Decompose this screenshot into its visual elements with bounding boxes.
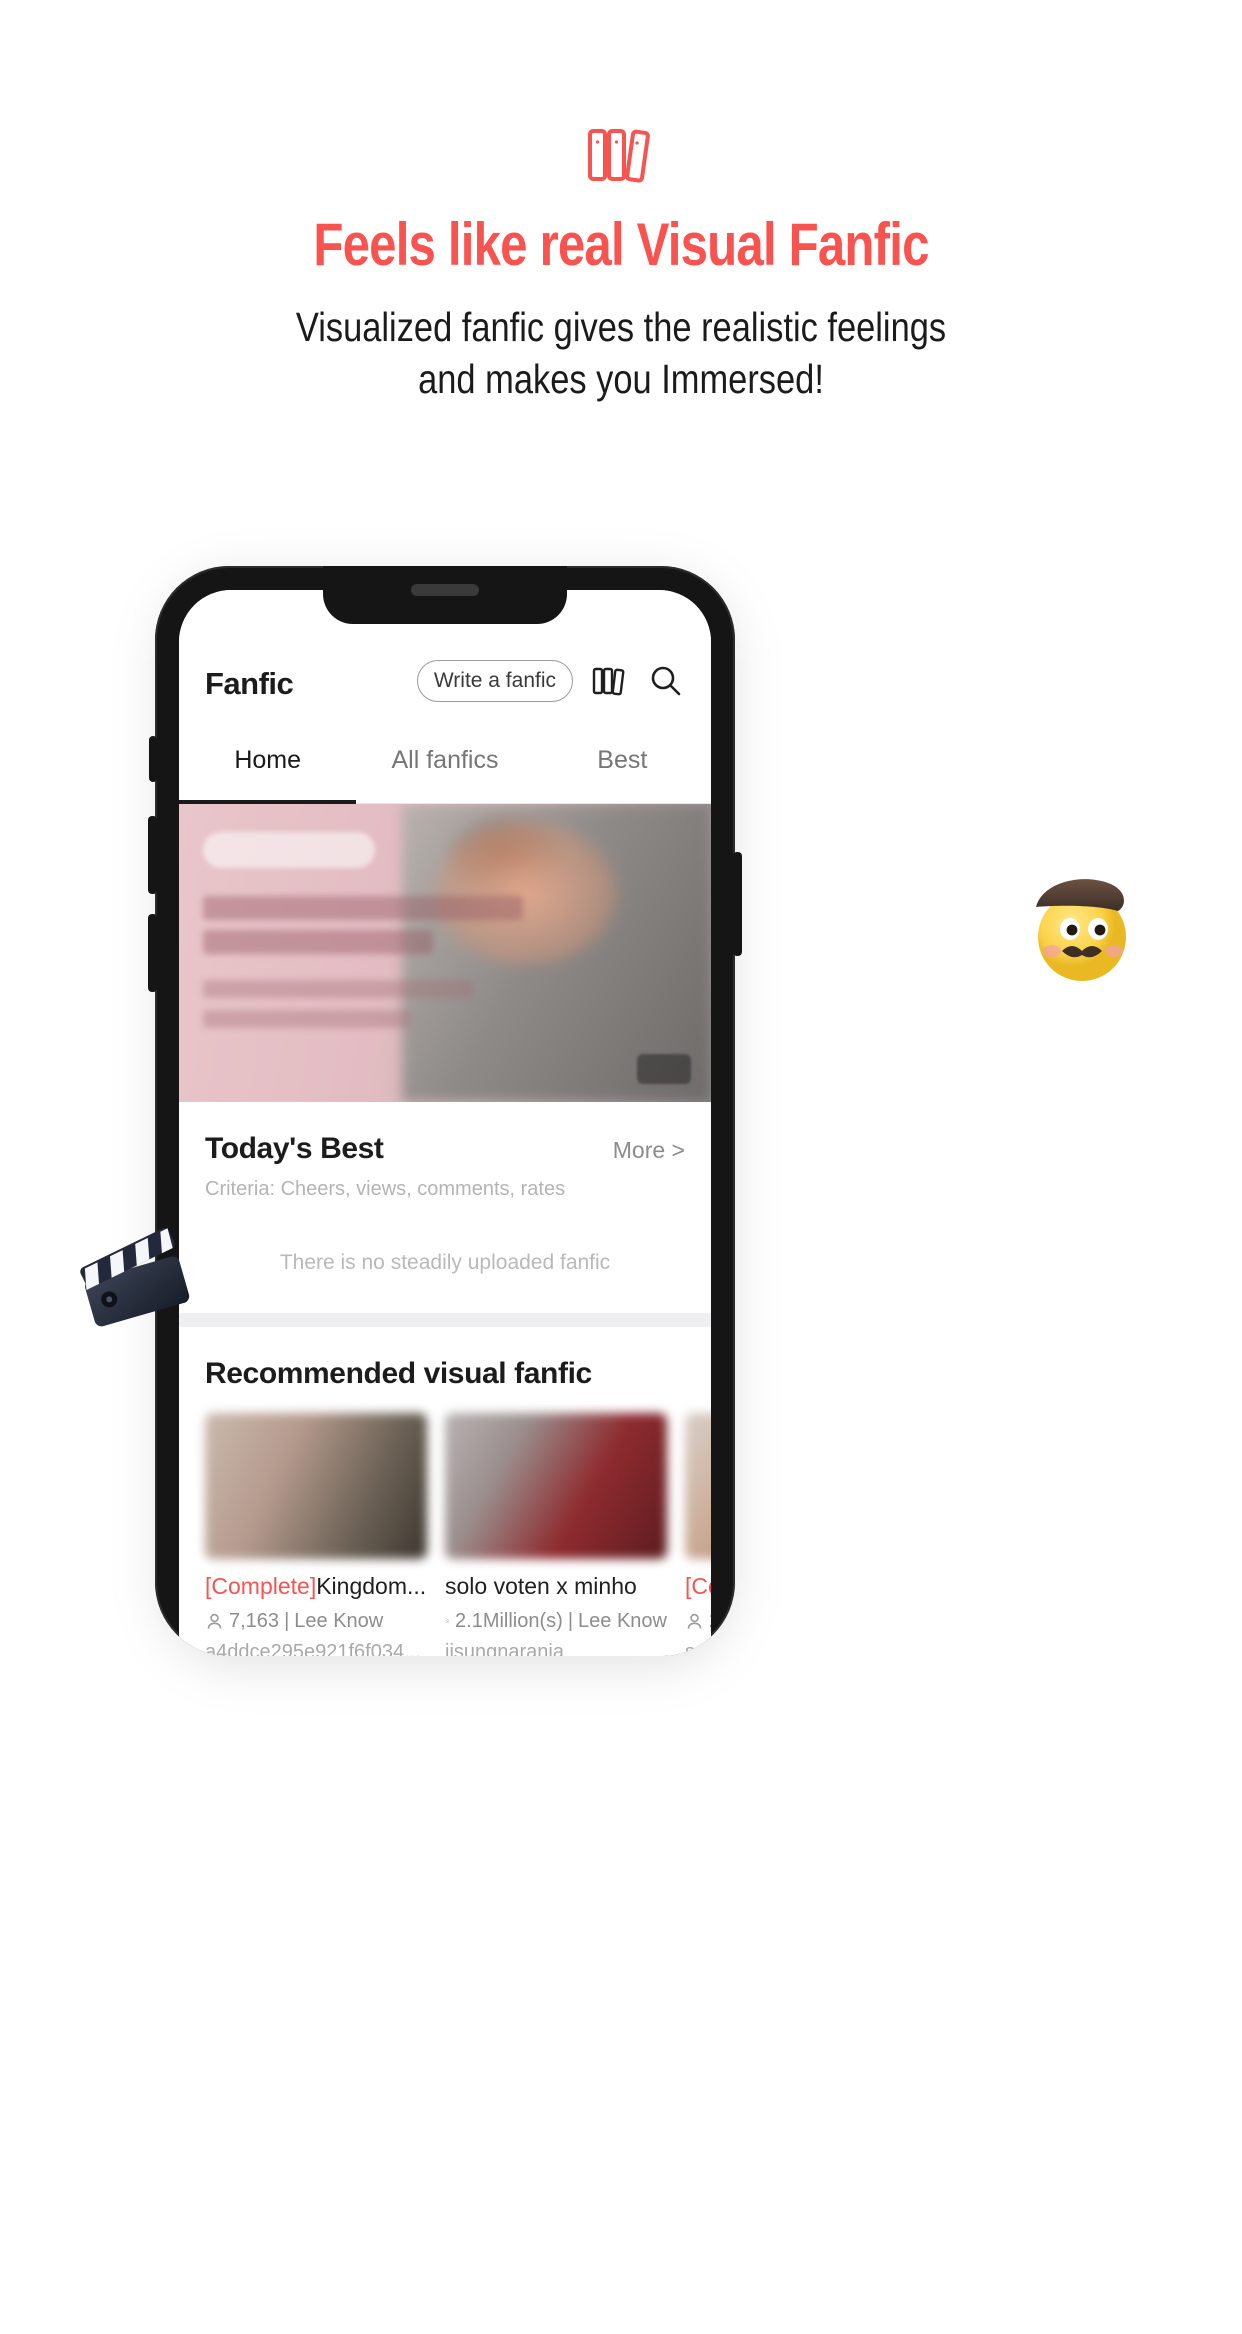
phone-body: Fanfic Write a fanfic Home All fanfics B… (155, 566, 735, 1656)
fanfic-thumbnail (685, 1413, 711, 1559)
fanfic-character: Lee Know (578, 1610, 667, 1632)
phone-power-button (733, 852, 742, 956)
fanfic-author: seungool (685, 1641, 711, 1656)
tab-best[interactable]: Best (534, 718, 711, 803)
promo-subtitle: Visualized fanfic gives the realistic fe… (99, 301, 1142, 406)
fanfic-view-count: 2.1Million(s) (455, 1610, 563, 1632)
fanfic-card[interactable]: [Complete]Kingdom... 7,163 | Lee Know a4… (205, 1413, 427, 1656)
fanfic-view-count: 2,227 (709, 1610, 711, 1633)
fanfic-card-meta: 2,227 | (685, 1610, 711, 1633)
fanfic-status-tag: [Complete] (205, 1573, 317, 1599)
fanfic-card-title: [Complete]Kingdom... (205, 1573, 427, 1600)
promo-subtitle-line-2: and makes you Immersed! (418, 356, 824, 403)
tab-all-fanfics[interactable]: All fanfics (356, 718, 533, 803)
library-books-icon[interactable] (589, 661, 629, 701)
fanfic-title-text: Kingdom... (316, 1573, 427, 1599)
hero-text-line (203, 930, 433, 954)
hero-banner[interactable] (179, 804, 711, 1102)
fanfic-card-meta: 7,163 | Lee Know (205, 1610, 427, 1633)
promo-books-icon (0, 126, 1242, 184)
hero-text-line (203, 896, 523, 920)
phone-mockup: Fanfic Write a fanfic Home All fanfics B… (148, 566, 742, 1662)
app-tab-bar: Home All fanfics Best (179, 718, 711, 804)
recommended-visual-rail[interactable]: [Complete]Kingdom... 7,163 | Lee Know a4… (179, 1391, 711, 1656)
fanfic-author: a4ddce295e921f6f034... (205, 1641, 421, 1656)
fanfic-author: jisungnaranja (445, 1641, 564, 1656)
person-icon (687, 1613, 702, 1629)
fanfic-card-meta: 2.1Million(s) | Lee Know (445, 1610, 667, 1633)
fanfic-meta-separator: | (567, 1610, 574, 1632)
todays-best-empty-message: There is no steadily uploaded fanfic (279, 1251, 611, 1274)
app-page-title: Fanfic (205, 666, 294, 701)
search-icon[interactable] (645, 661, 685, 701)
phone-screen: Fanfic Write a fanfic Home All fanfics B… (179, 590, 711, 1656)
phone-speaker (411, 584, 479, 596)
phone-volume-up-button (148, 816, 157, 894)
fanfic-meta-separator: | (284, 1610, 290, 1632)
phone-volume-down-button (148, 914, 157, 992)
todays-best-header: Today's Best More > (205, 1132, 685, 1166)
person-icon (207, 1613, 222, 1629)
hero-tag-pill (203, 832, 375, 868)
fanfic-title-text: solo voten x minho (445, 1573, 637, 1599)
write-a-fanfic-button[interactable]: Write a fanfic (416, 660, 573, 702)
fanfic-card[interactable]: [Comple 2,227 | seungool (685, 1413, 711, 1656)
phone-mute-switch (149, 736, 157, 782)
recommended-visual-section: Recommended visual fanfic (179, 1327, 711, 1391)
person-icon (445, 1619, 450, 1624)
promo-subtitle-line-1: Visualized fanfic gives the realistic fe… (295, 304, 947, 350)
phone-notch (323, 566, 567, 624)
hero-text-line (203, 1010, 411, 1028)
detective-emoji-sticker (1022, 871, 1142, 991)
recommended-visual-title: Recommended visual fanfic (205, 1357, 592, 1390)
fanfic-card-title: solo voten x minho (445, 1573, 667, 1600)
hero-text-line (203, 980, 473, 998)
fanfic-app: Fanfic Write a fanfic Home All fanfics B… (179, 590, 711, 1656)
tab-home[interactable]: Home (179, 718, 357, 804)
fanfic-thumbnail (205, 1413, 427, 1559)
todays-best-criteria: Criteria: Cheers, views, comments, rates (205, 1178, 566, 1200)
fanfic-view-count: 7,163 (229, 1610, 280, 1632)
todays-best-section: Today's Best More > Criteria: Cheers, vi… (179, 1102, 711, 1313)
todays-best-more-link[interactable]: More > (613, 1137, 685, 1164)
fanfic-card[interactable]: solo voten x minho 2.1Million(s) | Lee K… (445, 1413, 667, 1656)
fanfic-character: Lee Know (294, 1610, 384, 1632)
fanfic-thumbnail (445, 1413, 667, 1559)
hero-badge (637, 1054, 691, 1084)
promo-title: Feels like real Visual Fanfic (313, 211, 929, 278)
fanfic-status-tag: [Comple (685, 1573, 711, 1599)
app-content-scroll[interactable]: Today's Best More > Criteria: Cheers, vi… (179, 804, 711, 1656)
app-header-actions: Write a fanfic (416, 660, 685, 702)
fanfic-card-title: [Comple (685, 1573, 711, 1600)
clapperboard-sticker (68, 1206, 196, 1334)
todays-best-title: Today's Best (205, 1132, 384, 1165)
section-divider (179, 1313, 711, 1327)
